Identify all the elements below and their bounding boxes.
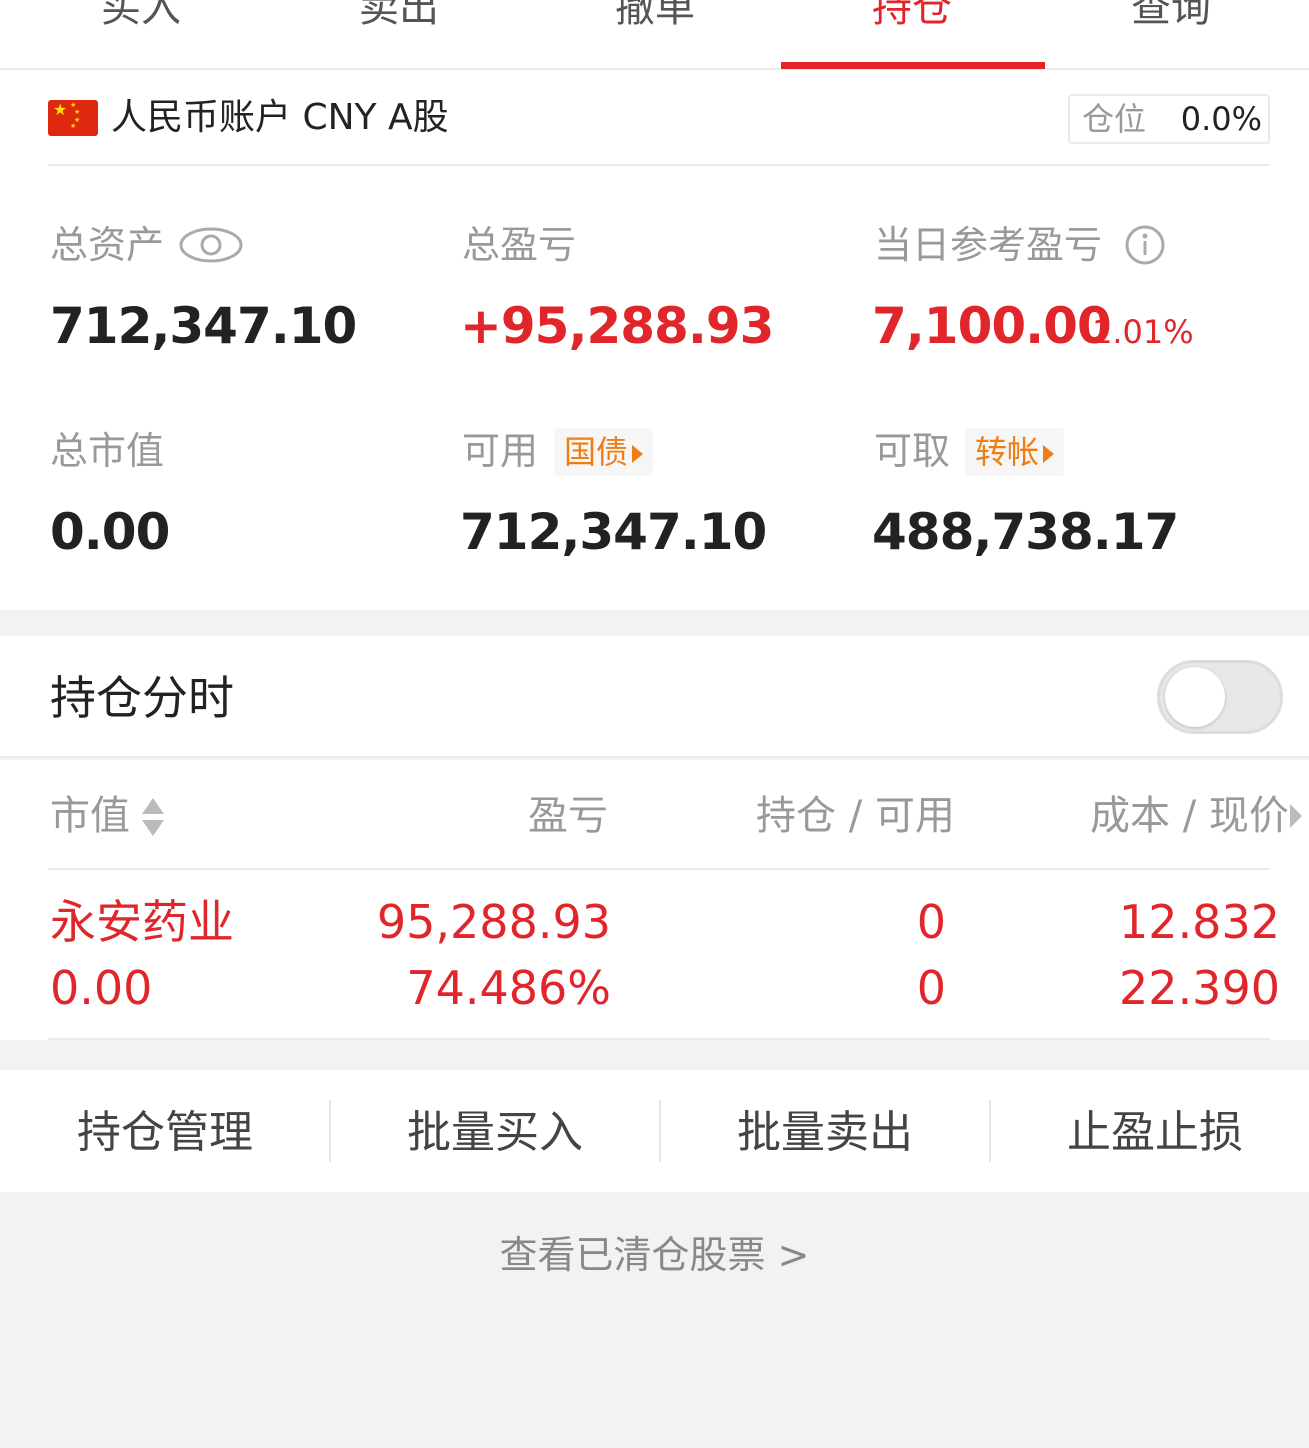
tab-sell[interactable]: 卖出 [268,0,530,48]
holdings-table: 市值 盈亏 持仓 / 可用 成本 / 现价 永安药业 0.00 95,288.9… [0,760,1309,1040]
holdings-action-bar: 持仓管理 批量买入 批量卖出 止盈止损 [0,1070,1309,1192]
total-assets-label: 总资产 [50,223,165,267]
eye-icon[interactable] [178,225,244,265]
header-cost-price[interactable]: 成本 / 现价 [1090,790,1289,842]
stock-name: 永安药业 [50,895,234,949]
holding-intraday-row: 持仓分时 [0,636,1309,758]
tab-holdings[interactable]: 持仓 [781,0,1043,48]
withdrawable-value: 488,738.17 [872,503,1179,561]
stock-current-price: 22.390 [1119,961,1280,1015]
market-value-value: 0.00 [50,503,170,561]
transfer-tag-label: 转帐 [975,433,1040,471]
stock-holding: 0 [916,895,946,949]
stock-available: 0 [916,961,946,1015]
active-tab-indicator [781,62,1045,69]
take-profit-stop-loss-button[interactable]: 止盈止损 [990,1070,1309,1192]
batch-buy-button[interactable]: 批量买入 [330,1070,660,1192]
tab-buy[interactable]: 买入 [10,0,272,48]
daily-pnl-value: 7,100.00 [872,297,1112,355]
available-label: 可用 [462,429,539,473]
market-value-label: 总市值 [50,429,165,473]
withdrawable-label: 可取 [874,429,951,473]
position-ratio-label: 仓位 [1082,100,1147,138]
position-ratio-badge: 仓位 0.0% [1068,94,1270,144]
stock-cost: 12.832 [1119,895,1280,949]
toggle-knob [1165,667,1225,727]
daily-pnl-label: 当日参考盈亏 [874,223,1103,267]
treasury-bond-tag-label: 国债 [564,433,629,471]
holding-management-button[interactable]: 持仓管理 [0,1070,330,1192]
tab-cancel-order[interactable]: 撤单 [524,0,786,48]
header-pnl: 盈亏 [528,793,608,839]
position-ratio-value: 0.0% [1180,100,1262,138]
view-cleared-stocks-link[interactable]: 查看已清仓股票 > [0,1230,1309,1280]
row-divider [48,1038,1270,1040]
tab-query[interactable]: 查询 [1040,0,1302,48]
account-header: ★ ★ ★ ★ ★ 人民币账户 CNY A股 仓位 0.0% [48,88,1270,166]
sort-icon[interactable] [140,796,166,838]
stock-pnl: 95,288.93 [376,895,611,949]
header-holding-available: 持仓 / 可用 [756,793,955,839]
batch-sell-button[interactable]: 批量卖出 [660,1070,990,1192]
top-tab-bar: 买入 卖出 撤单 持仓 查询 [0,0,1309,70]
daily-pnl-percent: 1.01% [1092,313,1194,351]
account-summary: ★ ★ ★ ★ ★ 人民币账户 CNY A股 仓位 0.0% 总资产 712,3… [0,70,1309,610]
play-arrow-icon [632,445,644,463]
total-assets-value: 712,347.10 [50,297,357,355]
total-pnl-value: +95,288.93 [460,297,774,355]
total-pnl-label: 总盈亏 [462,223,577,267]
info-icon[interactable] [1124,224,1166,266]
play-arrow-icon [1043,445,1055,463]
holding-intraday-toggle[interactable] [1157,660,1283,734]
china-flag-icon: ★ ★ ★ ★ ★ [48,100,98,136]
account-name: 人民币账户 CNY A股 [111,97,449,138]
available-value: 712,347.10 [460,503,767,561]
treasury-bond-tag[interactable]: 国债 [554,428,654,476]
stock-pnl-percent: 74.486% [406,961,611,1015]
holding-intraday-title: 持仓分时 [50,671,234,725]
chevron-right-icon[interactable] [1288,802,1304,830]
header-market-value[interactable]: 市值 [50,790,130,842]
table-header-divider [48,868,1270,870]
transfer-tag[interactable]: 转帐 [965,428,1065,476]
stock-market-value: 0.00 [50,961,153,1015]
